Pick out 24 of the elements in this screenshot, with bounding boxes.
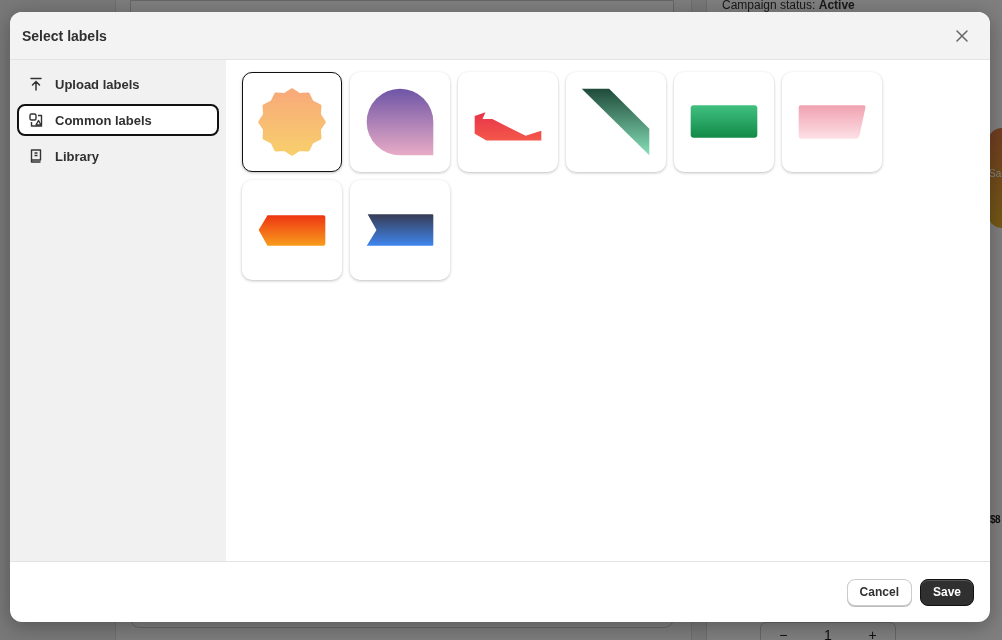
label-option[interactable] xyxy=(566,72,666,172)
close-button[interactable] xyxy=(954,27,970,44)
label-option[interactable] xyxy=(242,72,342,172)
sidebar-item[interactable]: Common labels xyxy=(17,104,219,136)
sidebar-item[interactable]: Library xyxy=(17,140,219,172)
save-button[interactable]: Save xyxy=(919,578,974,606)
trapezoid-shape xyxy=(798,105,866,139)
dialog-title: Select labels xyxy=(22,27,107,44)
shapes-icon xyxy=(28,112,44,128)
ribbon-shape xyxy=(474,112,542,141)
cancel-button[interactable]: Cancel xyxy=(846,578,912,606)
label-option[interactable] xyxy=(350,180,450,280)
rectangle-shape xyxy=(690,105,758,138)
quantity-stepper[interactable]: − 1 + xyxy=(760,622,896,640)
upload-icon xyxy=(28,76,44,92)
badge-shape xyxy=(258,88,326,156)
drop-shape xyxy=(366,88,434,156)
tag-shape xyxy=(258,215,326,246)
banner-shape xyxy=(366,214,434,246)
book-icon xyxy=(28,148,44,164)
sidebar-item[interactable]: Upload labels xyxy=(17,68,219,100)
sash-shape xyxy=(581,88,650,156)
campaign-status: Campaign status: Active xyxy=(722,0,855,12)
price-text: $8 xyxy=(990,514,1001,525)
